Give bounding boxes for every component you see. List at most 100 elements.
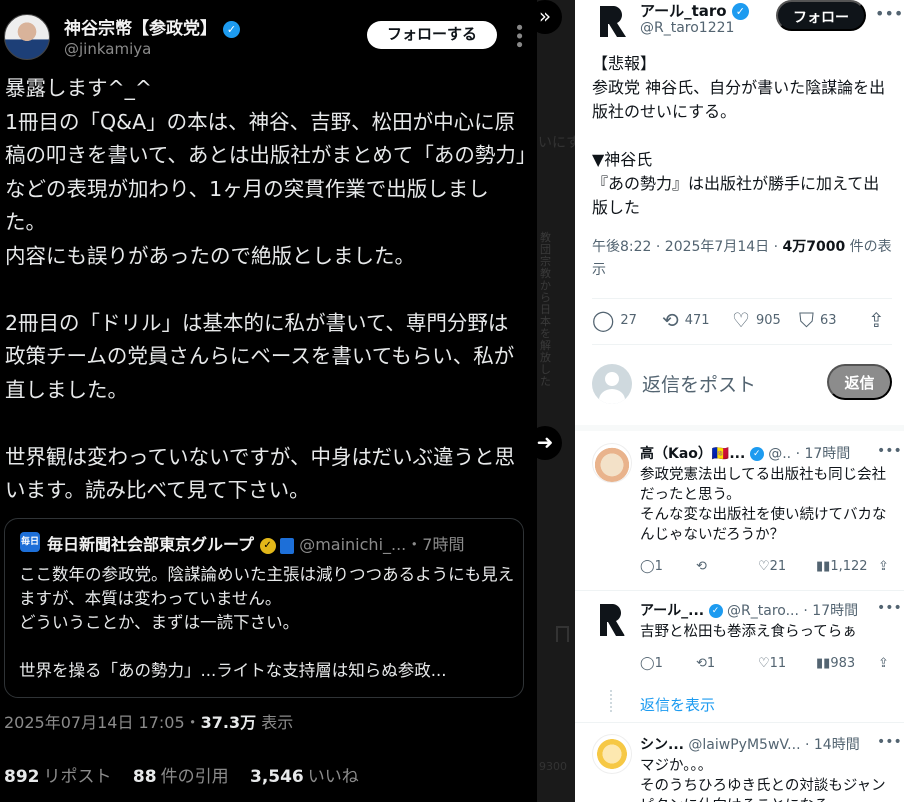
like-action[interactable]: ♡ 905 [732,308,781,332]
quoted-post[interactable]: 毎日 毎日新聞社会部東京グループ ✓ @mainichi_...・7時間 ここ数… [4,518,524,698]
comment-time: · 17時間 [795,446,851,462]
share-icon[interactable]: ⇪ [878,559,889,574]
more-icon[interactable]: ••• [875,4,903,23]
repost-action[interactable]: ⟲ [696,559,707,574]
verified-icon: ✓ [731,3,749,20]
post-meta: 午後8:22 · 2025年7月14日 · 4万7000 件の表示 [592,236,892,282]
share-icon[interactable]: ⇪ [878,656,889,671]
views-action[interactable]: ▮▮ 983 [816,656,855,671]
author-name-text[interactable]: アール_taro [640,2,727,20]
post-body: 【悲報】 参政党 神谷氏、自分が書いた陰謀論を出版社のせいにする。 ▼神谷氏 『… [592,54,886,217]
post-time[interactable]: 午後8:22 · 2025年7月14日 · [592,239,783,255]
likes-label: いいね [307,767,359,787]
repost-action[interactable]: ⟲ 471 [662,308,710,332]
more-icon[interactable]: ••• [508,22,529,48]
author-name[interactable]: 神谷宗幣【参政党】 ✓ [64,14,240,39]
commenter-name[interactable]: アール_... [640,603,704,619]
strip-fragment-top: いにす [538,135,581,151]
quote-time: ・7時間 [406,535,465,554]
verified-icon: ✓ [749,447,764,461]
share-action[interactable]: ⇪ [868,308,885,332]
gold-verified-icon: ✓ [259,537,276,554]
author-logo-icon[interactable] [594,2,632,40]
comment-item[interactable]: シン... @laiwPyM5wV... · 14時間 ••• マジか。。。 そ… [592,734,902,802]
author-handle[interactable]: @R_taro1221 [640,20,734,36]
author-name[interactable]: アール_taro ✓ [640,0,749,21]
views-count: 37.3万 [200,713,257,732]
reposts-stat[interactable]: 892 リポスト [4,767,112,787]
views-action[interactable]: ▮▮ 1,122 [816,559,868,574]
reply-action[interactable]: ◯ 1 [640,559,663,574]
reply-action[interactable]: ◯ 1 [640,656,663,671]
right-post-pane: アール_taro ✓ @R_taro1221 フォロー ••• 【悲報】 参政党… [575,0,904,802]
divider [575,722,904,723]
commenter-avatar[interactable] [592,734,632,774]
comment-text: マジか。。。 そのうちひろゆき氏との対談もジャンピタンに仕向けることになる [640,758,886,802]
author-name-text[interactable]: 神谷宗幣【参政党】 [64,19,217,39]
divider [592,298,892,299]
follow-button[interactable]: フォローする [367,21,497,49]
reply-action[interactable]: ◯ 27 [592,308,637,332]
commenter-avatar[interactable] [592,443,632,483]
background-strip [537,0,575,802]
quote-handle: @mainichi_... [299,535,407,554]
author-handle[interactable]: @jinkamiya [64,40,151,58]
commenter-logo-icon[interactable] [592,600,632,640]
views-count: 983 [830,656,856,671]
more-icon[interactable]: ••• [877,600,902,616]
next-arrow-icon[interactable]: ➜ [528,426,562,460]
bookmark-action[interactable]: ⛉ 63 [799,308,837,332]
comment-item[interactable]: 高（Kao）🇦🇩... ✓ @.. · 17時間 ••• 参政党憲法出してる出版… [592,443,902,593]
show-replies-link[interactable]: 返信を表示 [640,694,715,715]
post-timestamp: 2025年07月14日 17:05・37.3万 表示 [4,709,293,733]
verified-icon: ✓ [222,20,240,38]
commenter-name[interactable]: シン... [640,737,684,753]
verified-icon: ✓ [708,604,723,618]
quotes-stat[interactable]: 88 件の引用 [133,767,229,787]
repost-count: 1 [706,656,716,671]
like-action[interactable]: ♡ 11 [758,656,786,671]
commenter-handle[interactable]: @R_taro... [727,603,799,619]
more-icon[interactable]: ••• [877,734,902,750]
commenter-handle[interactable]: @laiwPyM5wV... [688,737,800,753]
collapse-icon[interactable]: » [528,0,562,34]
quotes-label: 件の引用 [160,767,229,787]
reply-input[interactable]: 返信をポスト [642,370,756,397]
reply-count: 27 [620,312,637,328]
comment-time: · 17時間 [803,603,859,619]
views-count: 4万7000 [782,239,846,255]
reply-composer: 返信をポスト 返信 [592,362,892,404]
follow-button[interactable]: フォロー [776,0,866,31]
quote-logo: 毎日 [20,532,40,552]
commenter-handle[interactable]: @.. [768,446,791,462]
like-action[interactable]: ♡ 21 [758,559,786,574]
reply-button[interactable]: 返信 [827,364,892,400]
comment-text: 参政党憲法出してる出版社も同じ会社だったと思う。 そんな変な出版社を使い続けてバ… [640,467,887,543]
commenter-name[interactable]: 高（Kao）🇦🇩... [640,446,745,462]
user-avatar [592,364,632,404]
thread-connector [610,690,613,712]
reply-count: 1 [654,656,663,671]
bookmark-icon: ⛉ [799,308,814,332]
more-icon[interactable]: ••• [877,443,902,459]
repost-action[interactable]: ⟲ 1 [696,656,715,671]
comment-item[interactable]: アール_... ✓ @R_taro... · 17時間 ••• 吉野と松田も巻添… [592,600,902,690]
repost-icon: ⟲ [662,308,679,332]
like-count: 11 [769,656,787,671]
like-icon: ♡ [732,308,750,332]
author-avatar[interactable] [4,14,50,60]
comment-header: アール_... ✓ @R_taro... · 17時間 [640,600,900,620]
comment-time: · 14時間 [804,737,860,753]
reposts-label: リポスト [43,767,112,787]
likes-count: 3,546 [249,767,304,787]
strip-fragment-bottom: 9300 [539,760,567,773]
likes-stat[interactable]: 3,546 いいね [250,767,359,787]
quote-header: 毎日新聞社会部東京グループ ✓ @mainichi_...・7時間 [47,531,464,555]
post-date[interactable]: 2025年07月14日 17:05・ [4,713,201,732]
views-label: 表示 [256,713,294,732]
repost-count: 471 [684,312,710,328]
bookmark-count: 63 [820,312,837,328]
post-body: 暴露します^_^ 1冊目の「Q&A」の本は、神谷、吉野、松田が中心に原稿の叩きを… [5,76,527,502]
strip-vertical-text: 教団宗教から日本を解放した [540,231,551,388]
divider [575,590,904,591]
